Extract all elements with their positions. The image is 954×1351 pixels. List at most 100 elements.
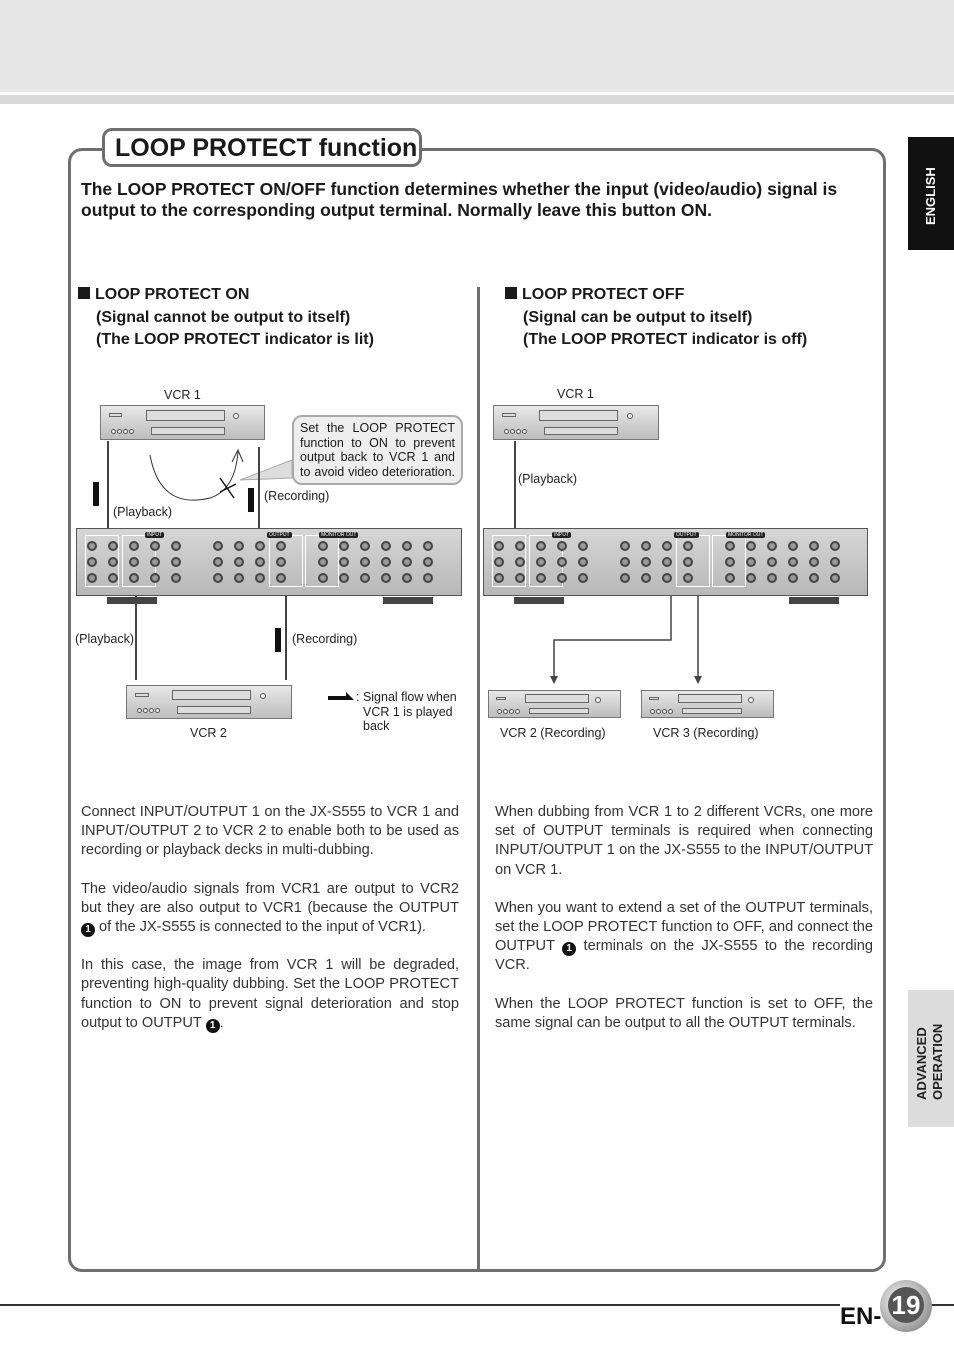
jack-icon — [683, 557, 693, 567]
jack-icon — [662, 573, 672, 583]
output-number-badge: 1 — [205, 1018, 220, 1033]
jack-icon — [746, 573, 756, 583]
jack-icon — [788, 557, 798, 567]
jack-icon — [509, 428, 515, 434]
jack-icon — [557, 541, 567, 551]
jack-icon — [667, 709, 673, 715]
right-paragraph-3: When the LOOP PROTECT function is set to… — [495, 995, 873, 1031]
jack-icon — [746, 541, 756, 551]
panel-label: INPUT — [552, 532, 571, 538]
jack-icon — [767, 573, 777, 583]
text: . — [219, 1014, 224, 1031]
jack-icon — [641, 557, 651, 567]
right-body: When dubbing from VCR 1 to 2 different V… — [495, 803, 873, 1052]
section-tab-label: ADVANCED OPERATION — [914, 1024, 946, 1100]
jack-icon — [788, 541, 798, 551]
jack-icon — [767, 557, 777, 567]
display-panel — [528, 707, 589, 714]
jack-icon — [788, 573, 798, 583]
playback-label: (Playback) — [518, 472, 578, 486]
text: The video/audio signals from VCR1 are ou… — [81, 880, 459, 916]
jack-icon — [508, 709, 514, 715]
tape-slot — [524, 694, 589, 703]
panel-foot — [789, 597, 839, 604]
jack-icon — [830, 557, 840, 567]
jack-icon — [515, 541, 525, 551]
text: of the JX-S555 is connected to the input… — [95, 919, 426, 936]
jack-icon — [514, 709, 520, 715]
jack-icon — [521, 428, 527, 434]
vcr3-label: VCR 3 (Recording) — [653, 726, 759, 740]
text: In this case, the image from VCR 1 will … — [81, 957, 459, 1031]
jack-icon — [515, 573, 525, 583]
power-button — [502, 413, 516, 418]
jack-icon — [725, 557, 735, 567]
jack-icon — [746, 557, 756, 567]
jack-icon — [502, 709, 508, 715]
tape-slot — [677, 694, 742, 703]
playback-line — [514, 441, 516, 529]
jack-icon — [494, 541, 504, 551]
footer-rule — [0, 1304, 954, 1306]
jack-icon — [557, 557, 567, 567]
jack-icon — [503, 428, 509, 434]
jack-icon — [661, 709, 667, 715]
jack-icon — [683, 573, 693, 583]
jack-icon — [767, 541, 777, 551]
jack-icon — [578, 573, 588, 583]
jack-icon — [515, 557, 525, 567]
jack-icon — [494, 573, 504, 583]
vcr3-device — [641, 690, 774, 718]
page-number: 19 — [888, 1287, 924, 1323]
right-paragraph-2: When you want to extend a set of the OUT… — [495, 899, 873, 976]
jack-icon — [620, 557, 630, 567]
control-button — [748, 696, 755, 703]
right-paragraph-1: When dubbing from VCR 1 to 2 different V… — [495, 804, 873, 878]
output-connections — [550, 596, 702, 684]
display-panel — [543, 427, 619, 435]
section-tab-line2: OPERATION — [930, 1023, 945, 1100]
jack-icon — [809, 541, 819, 551]
panel-label: MONITOR OUT — [726, 532, 766, 538]
panel-label: OUTPUT — [674, 532, 699, 538]
section-tab-line1: ADVANCED — [914, 1027, 929, 1100]
jack-icon — [536, 557, 546, 567]
display-panel — [681, 707, 742, 714]
jack-icon — [830, 573, 840, 583]
jx-s555-rear-panel: INPUT OUTPUT MONITOR OUT — [483, 528, 868, 604]
vcr2-label: VCR 2 (Recording) — [500, 726, 606, 740]
jack-icon — [536, 541, 546, 551]
control-button — [626, 413, 633, 419]
jack-icon — [725, 541, 735, 551]
jack-icon — [578, 557, 588, 567]
jack-icon — [578, 541, 588, 551]
vcr2-device — [488, 690, 621, 718]
jack-icon — [809, 557, 819, 567]
page-prefix: EN- — [840, 1303, 884, 1331]
jack-icon — [662, 557, 672, 567]
terminal-group — [676, 535, 710, 587]
jack-icon — [683, 541, 693, 551]
vcr1-device — [493, 405, 659, 440]
left-paragraph-1: Connect INPUT/OUTPUT 1 on the JX-S555 to… — [81, 804, 459, 859]
jack-icon — [655, 709, 661, 715]
jack-icon — [496, 709, 502, 715]
output-number-badge: 1 — [81, 923, 95, 938]
jack-icon — [641, 573, 651, 583]
jack-icon — [649, 709, 655, 715]
power-button — [648, 696, 660, 700]
vcr1-label: VCR 1 — [557, 387, 594, 401]
jack-icon — [830, 541, 840, 551]
output-number-badge: 1 — [562, 942, 577, 957]
jack-icon — [809, 573, 819, 583]
jack-icon — [557, 573, 567, 583]
jack-icon — [620, 541, 630, 551]
jack-icon — [494, 557, 504, 567]
power-button — [495, 696, 507, 700]
jack-icon — [536, 573, 546, 583]
tape-slot — [538, 410, 619, 421]
jack-icon — [515, 428, 521, 434]
left-paragraph-3: In this case, the image from VCR 1 will … — [81, 956, 459, 1033]
left-body: Connect INPUT/OUTPUT 1 on the JX-S555 to… — [81, 803, 459, 1052]
jack-icon — [662, 541, 672, 551]
